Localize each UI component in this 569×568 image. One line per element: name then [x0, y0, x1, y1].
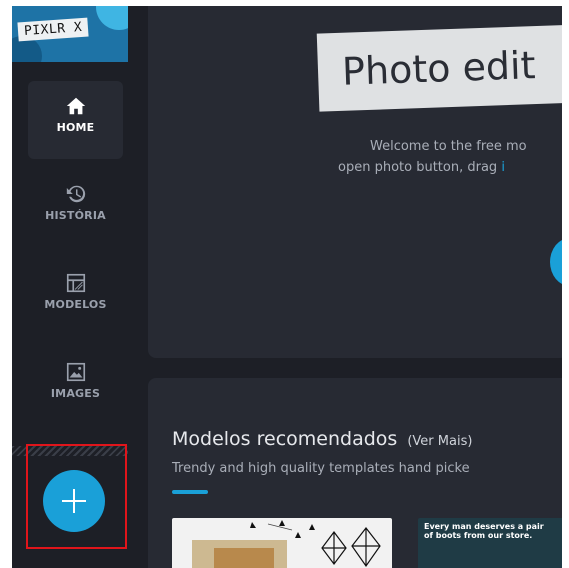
template-card-art — [192, 520, 381, 568]
sidebar-item-templates[interactable]: MODELOS — [28, 258, 123, 336]
hero-line-1: Welcome to the free mo — [370, 139, 527, 154]
sidebar-item-label: MODELOS — [44, 298, 107, 311]
history-icon — [66, 185, 85, 203]
sidebar-item-images[interactable]: IMAGES — [28, 347, 123, 425]
app-window: PIXLR X HOME HISTÓRIA MODELOS IMAGES Pho… — [12, 6, 562, 568]
templates-title: Modelos recomendados (Ver Mais) — [172, 428, 473, 450]
logo-decoration — [96, 6, 128, 30]
logo-text: PIXLR X — [17, 17, 89, 42]
sidebar-item-home[interactable]: HOME — [28, 81, 123, 159]
hero-link[interactable]: i — [501, 160, 505, 175]
add-button[interactable] — [43, 470, 105, 532]
sidebar: PIXLR X HOME HISTÓRIA MODELOS IMAGES — [12, 6, 139, 568]
templates-panel: Modelos recomendados (Ver Mais) Trendy a… — [148, 378, 562, 568]
template-card-text: Every man deserves a pair of boots from … — [424, 522, 544, 540]
see-more-link[interactable]: (Ver Mais) — [407, 434, 472, 449]
hero-description: Welcome to the free mo open photo button… — [338, 136, 562, 178]
logo[interactable]: PIXLR X — [12, 6, 128, 62]
templates-icon — [66, 273, 85, 293]
hero-panel: Photo edit Welcome to the free mo open p… — [148, 6, 562, 358]
template-card[interactable]: Every man deserves a pair of boots from … — [418, 518, 562, 568]
home-icon — [66, 97, 85, 115]
hero-line-2: open photo button, drag i — [338, 160, 505, 175]
sidebar-item-label: IMAGES — [50, 387, 101, 400]
sidebar-item-label: HOME — [56, 121, 95, 134]
templates-subtitle: Trendy and high quality templates hand p… — [172, 461, 470, 476]
hero-title: Photo edit — [316, 22, 562, 112]
sidebar-item-history[interactable]: HISTÓRIA — [28, 169, 123, 247]
image-icon — [66, 362, 85, 382]
sidebar-item-label: HISTÓRIA — [45, 209, 106, 222]
section-underline — [172, 490, 208, 494]
template-card[interactable] — [172, 518, 392, 568]
